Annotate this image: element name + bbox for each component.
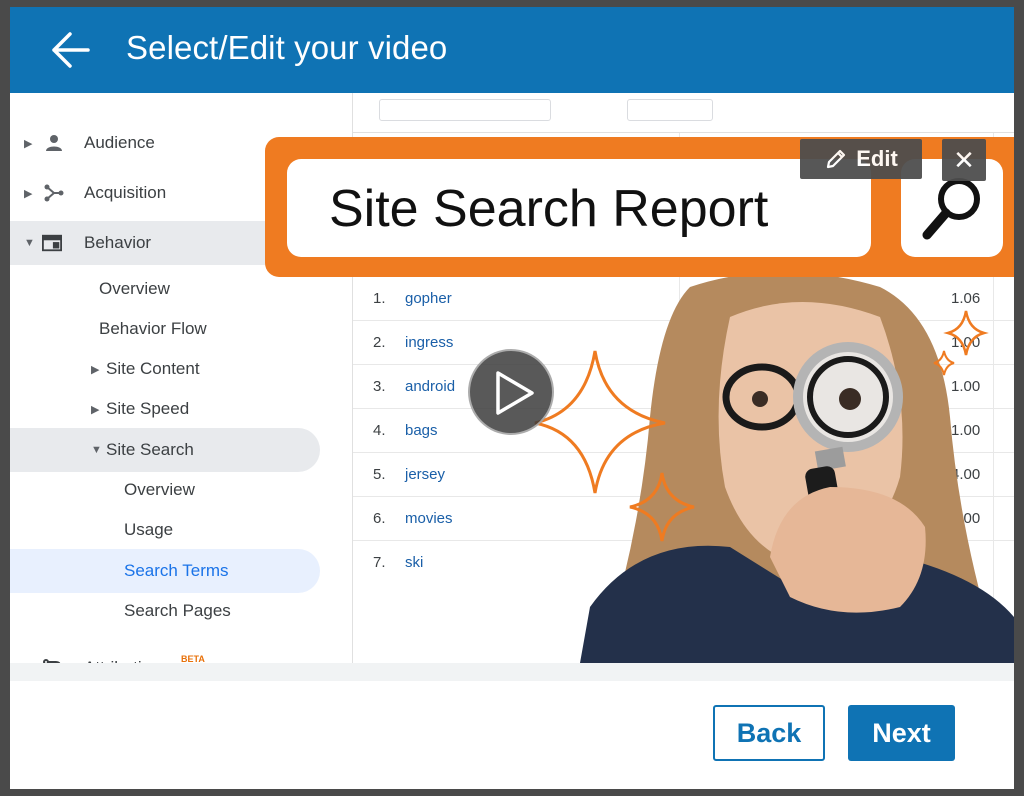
ga-toolbar-select bbox=[627, 99, 713, 121]
caret-right-icon: ▶ bbox=[91, 363, 100, 376]
back-button[interactable]: Back bbox=[713, 705, 825, 761]
play-button[interactable] bbox=[468, 349, 554, 435]
sidebar-item-site-search: ▼ Site Search bbox=[10, 428, 320, 472]
caret-right-icon: ▶ bbox=[24, 187, 33, 200]
arrow-left-icon[interactable] bbox=[50, 30, 92, 70]
sidebar-item-site-speed: ▶ Site Speed bbox=[91, 399, 190, 418]
pencil-icon bbox=[827, 149, 846, 169]
caret-right-icon: ▶ bbox=[24, 137, 33, 150]
person-icon bbox=[46, 135, 62, 151]
close-icon: ✕ bbox=[953, 144, 975, 175]
sidebar-item-usage: Usage bbox=[124, 520, 174, 539]
sidebar-item-search-overview: Overview bbox=[124, 480, 195, 499]
caret-down-icon: ▼ bbox=[24, 237, 35, 249]
sidebar-item-search-pages: Search Pages bbox=[124, 601, 231, 620]
sidebar-item-site-content: ▶ Site Content bbox=[91, 359, 200, 378]
sidebar-item-search-terms: Search Terms bbox=[10, 549, 320, 593]
behavior-icon bbox=[42, 234, 62, 252]
modal-header: Select/Edit your video bbox=[10, 7, 1014, 93]
next-button[interactable]: Next bbox=[848, 705, 955, 761]
play-icon bbox=[496, 371, 534, 415]
edit-button-label: Edit bbox=[856, 146, 898, 171]
magnifier-icon bbox=[922, 178, 980, 240]
acquisition-icon bbox=[44, 184, 64, 202]
ga-toolbar-select bbox=[379, 99, 551, 121]
banner-title: Site Search Report bbox=[329, 180, 769, 238]
caret-down-icon: ▼ bbox=[91, 444, 102, 456]
sidebar-item-behavior-flow: Behavior Flow bbox=[99, 319, 207, 338]
banner-title-pill: Site Search Report bbox=[287, 159, 871, 257]
video-editor-modal: Select/Edit your video ▶ Audience ▶ Acqu… bbox=[10, 7, 1014, 789]
caret-right-icon: ▶ bbox=[91, 403, 100, 416]
presenter-image bbox=[580, 277, 1014, 663]
edit-button[interactable]: Edit bbox=[800, 139, 922, 179]
modal-title: Select/Edit your video bbox=[126, 29, 448, 66]
video-bottom-strip bbox=[10, 663, 1014, 681]
video-preview: ▶ Audience ▶ Acquisition ▼ Behavior Over… bbox=[10, 93, 1014, 681]
close-button[interactable]: ✕ bbox=[942, 139, 986, 181]
ga-toolbar bbox=[353, 93, 1014, 133]
modal-footer: Back Next bbox=[10, 681, 1014, 789]
